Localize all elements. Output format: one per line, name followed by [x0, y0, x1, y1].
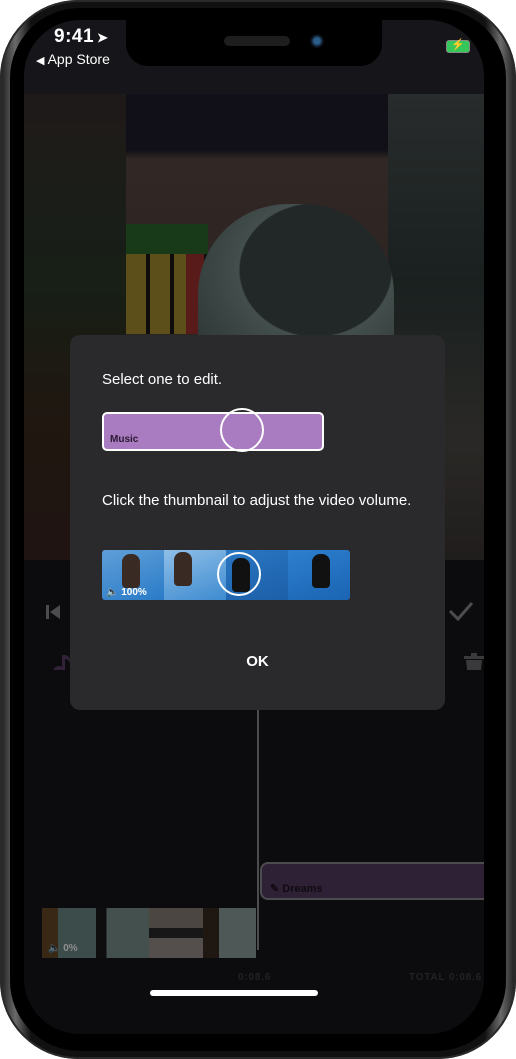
video-instruction: Click the thumbnail to adjust the video … — [102, 492, 412, 509]
volume-help-dialog: Select one to edit. Music Click the thum… — [70, 335, 445, 710]
back-to-app-button[interactable]: ◀ App Store — [36, 51, 110, 67]
status-time: 9:41 ➤ — [54, 26, 108, 48]
jumping-person-image — [174, 552, 192, 586]
jumping-person-image — [122, 554, 140, 588]
video-sample-volume: 🔈 100% — [106, 587, 147, 598]
jumping-person-image — [312, 554, 330, 588]
battery-charging-icon: ⚡ — [446, 39, 470, 53]
music-sample-clip: Music — [102, 412, 324, 451]
tap-indicator-circle — [220, 408, 264, 452]
music-sample-label: Music — [110, 434, 139, 445]
video-sample-volume-value: 100% — [121, 587, 147, 598]
bolt-icon: ⚡ — [451, 39, 465, 51]
phone-screen: 9:41➤ ◀ App Store ⚡ TRACK — [24, 20, 484, 1034]
ok-button[interactable]: OK — [70, 653, 445, 670]
back-triangle-icon: ◀ — [36, 55, 45, 67]
front-camera — [310, 34, 324, 48]
select-instruction: Select one to edit. — [102, 371, 223, 388]
location-arrow-icon: ➤ — [97, 30, 109, 45]
home-indicator[interactable] — [150, 990, 318, 996]
time-text: 9:41 — [54, 26, 95, 47]
speaker-icon: 🔈 — [106, 587, 119, 598]
back-to-app-label: App Store — [47, 51, 110, 67]
speaker-grille — [224, 36, 290, 46]
tap-indicator-circle — [217, 552, 261, 596]
notch — [126, 20, 382, 66]
